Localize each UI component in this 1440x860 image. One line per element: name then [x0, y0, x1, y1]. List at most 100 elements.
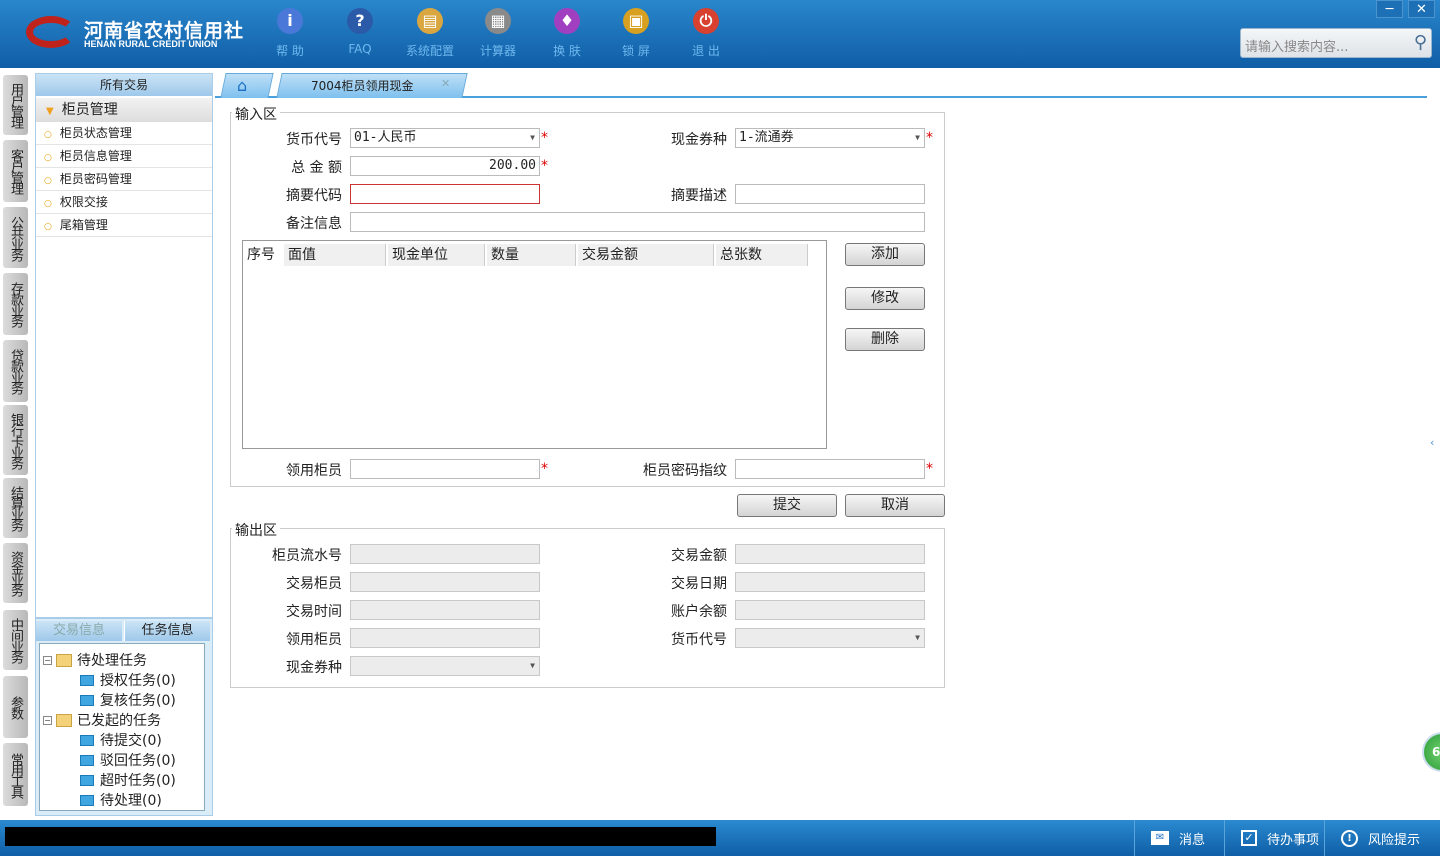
output-label: 交易日期	[671, 576, 727, 592]
side-tab[interactable]: 资金业务	[3, 543, 28, 603]
summary-code-input[interactable]	[350, 184, 540, 204]
toolbar-calculator-button[interactable]: ▦ 计算器	[468, 8, 528, 59]
toolbar-power-button[interactable]: ⏻ 退 出	[676, 8, 736, 59]
tree-item[interactable]: 待提交(0)	[80, 730, 162, 750]
output-label: 交易时间	[286, 604, 342, 620]
panel-title: 所有交易	[36, 74, 212, 96]
folder-icon	[80, 774, 94, 786]
side-tab[interactable]: 结算业务	[3, 478, 28, 538]
amount-label: 总 金 额	[291, 160, 342, 176]
submit-button[interactable]: 提交	[737, 494, 837, 517]
folder-icon	[80, 694, 94, 706]
toolbar-shirt-button[interactable]: ♦ 换 肤	[537, 8, 597, 59]
risk-button[interactable]: ! 风险提示	[1324, 820, 1440, 856]
side-tab[interactable]: 用户管理	[3, 75, 28, 135]
speech-bubble-icon: !	[1341, 829, 1358, 847]
side-tab[interactable]: 贷款业务	[3, 340, 28, 402]
transaction-panel: 所有交易 ▼ 柜员管理 ○ 柜员状态管理 ○ 柜员信息管理 ○ 柜员密码管理 ○ 权限交接 ○ 尾箱…	[35, 73, 213, 618]
toolbar-info-button[interactable]: i 帮 助	[260, 8, 320, 59]
side-tab[interactable]: 存款业务	[3, 273, 28, 335]
currency-value: 01-人民币	[354, 130, 417, 145]
collapse-icon[interactable]: −	[43, 715, 52, 725]
task-panel: 交易信息 任务信息 − 待处理任务授权任务(0) 复核任务(0) − 已发起的任务待提交…	[35, 618, 213, 816]
fingerprint-input[interactable]	[735, 459, 925, 479]
collapse-chevron-icon[interactable]: ‹	[1430, 436, 1434, 449]
toolbar-help-button[interactable]: ? FAQ	[330, 8, 390, 56]
tree-item[interactable]: 复核任务(0)	[80, 690, 176, 710]
minimize-button[interactable]: ─	[1376, 0, 1403, 18]
side-tab[interactable]: 常用工具	[3, 743, 28, 806]
menu-item-label: 尾箱管理	[59, 218, 108, 232]
todo-button[interactable]: ✓ 待办事项	[1224, 820, 1324, 856]
amount-input[interactable]: 200.00	[350, 156, 540, 176]
add-button[interactable]: 添加	[845, 243, 925, 266]
tab-transaction-info[interactable]: 交易信息	[36, 621, 122, 641]
tree-group-label: 待处理任务	[77, 653, 147, 669]
tree-item-label: 复核任务(0)	[100, 693, 176, 709]
required-mark: *	[541, 130, 548, 146]
tab-label: 7004柜员领用现金	[311, 79, 414, 93]
grid-column-header[interactable]: 交易金额	[578, 244, 714, 266]
toolbar-label: 系统配置	[405, 44, 454, 58]
tree-group[interactable]: − 待处理任务	[43, 650, 147, 670]
group-teller-management[interactable]: ▼ 柜员管理	[36, 98, 212, 122]
close-button[interactable]: ✕	[1408, 0, 1435, 18]
mail-icon: ✉	[1151, 831, 1169, 845]
tree-item[interactable]: 授权任务(0)	[80, 670, 176, 690]
toolbar-toolbox-button[interactable]: ▤ 系统配置	[400, 8, 460, 59]
summary-desc-input[interactable]	[735, 184, 925, 204]
remark-input[interactable]	[350, 212, 925, 232]
denomination-grid[interactable]	[242, 240, 827, 449]
tree-item[interactable]: 待处理(0)	[80, 790, 162, 810]
messages-button[interactable]: ✉ 消息	[1134, 820, 1224, 856]
grid-column-header[interactable]: 总张数	[716, 244, 808, 266]
side-tab[interactable]: 银行卡业务	[3, 405, 28, 475]
menu-item[interactable]: ○ 权限交接	[36, 191, 212, 214]
floating-badge[interactable]: 69	[1422, 732, 1440, 772]
output-label: 账户余额	[671, 604, 727, 620]
toolbar-lock-button[interactable]: ▣ 锁 屏	[606, 8, 666, 59]
tree-item-label: 待提交(0)	[100, 733, 162, 749]
output-label: 领用柜员	[286, 632, 342, 648]
todo-label: 待办事项	[1267, 832, 1320, 848]
side-tab[interactable]: 中间业务	[3, 610, 28, 670]
folder-icon	[80, 674, 94, 686]
side-tab[interactable]: 参数	[3, 676, 28, 738]
edit-button[interactable]: 修改	[845, 287, 925, 310]
grid-column-header[interactable]: 序号	[243, 244, 283, 266]
side-tab[interactable]: 客户管理	[3, 140, 28, 202]
tab-close-icon[interactable]: ✕	[441, 77, 450, 90]
grid-column-header[interactable]: 数量	[487, 244, 576, 266]
checkbox-icon: ✓	[1241, 830, 1257, 846]
currency-select[interactable]: 01-人民币 ▼	[350, 128, 540, 148]
home-icon[interactable]: ⌂	[237, 76, 247, 95]
side-tab[interactable]: 公共业务	[3, 207, 28, 268]
search-icon[interactable]: ⚲	[1414, 32, 1427, 53]
collapse-icon[interactable]: −	[43, 655, 52, 665]
cash-type-select[interactable]: 1-流通券 ▼	[735, 128, 925, 148]
menu-item-label: 权限交接	[59, 195, 108, 209]
delete-button[interactable]: 删除	[845, 328, 925, 351]
required-mark: *	[926, 130, 933, 146]
menu-item[interactable]: ○ 柜员密码管理	[36, 168, 212, 191]
bullet-icon: ○	[44, 130, 52, 140]
menu-item[interactable]: ○ 柜员信息管理	[36, 145, 212, 168]
tab-task-info[interactable]: 任务信息	[124, 621, 210, 641]
grid-column-header[interactable]: 面值	[284, 244, 386, 266]
tree-group[interactable]: − 已发起的任务	[43, 710, 161, 730]
tree-item[interactable]: 驳回任务(0)	[80, 750, 176, 770]
cancel-button[interactable]: 取消	[845, 494, 945, 517]
tree-item-label: 授权任务(0)	[100, 673, 176, 689]
grid-column-header[interactable]: 现金单位	[388, 244, 485, 266]
currency-label: 货币代号	[286, 132, 342, 148]
menu-item[interactable]: ○ 柜员状态管理	[36, 122, 212, 145]
tree-item-label: 驳回任务(0)	[100, 753, 176, 769]
menu-item[interactable]: ○ 尾箱管理	[36, 214, 212, 237]
tree-item[interactable]: 超时任务(0)	[80, 770, 176, 790]
teller-label: 领用柜员	[286, 463, 342, 479]
teller-input[interactable]	[350, 459, 540, 479]
search-input[interactable]: 请输入搜索内容... ⚲	[1240, 28, 1432, 58]
input-legend: 输入区	[232, 104, 280, 124]
menu-item-label: 柜员信息管理	[59, 149, 132, 163]
output-field	[350, 544, 540, 564]
